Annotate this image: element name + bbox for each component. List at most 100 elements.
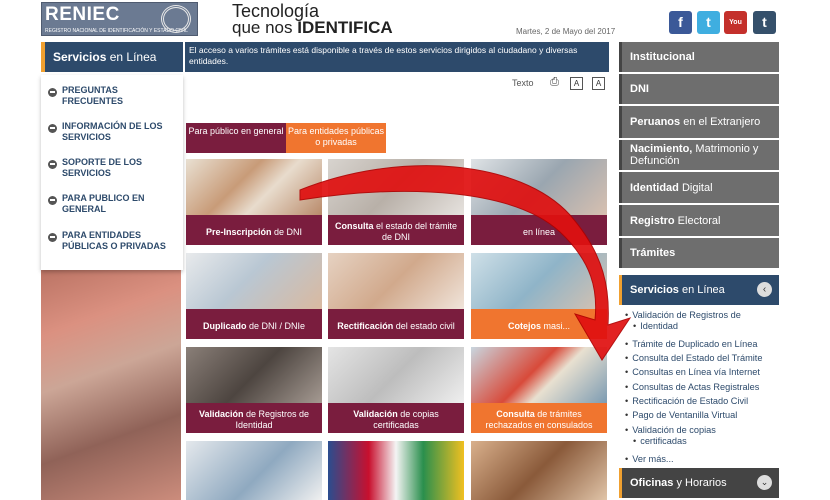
tile-photo (328, 347, 464, 403)
left-menu-item-entities[interactable]: PARA ENTIDADES PÚBLICAS O PRIVADAS (48, 230, 180, 252)
tile-dni-status[interactable]: Consulta el estado del trámite de DNI (328, 159, 464, 245)
tile-certified-copies[interactable]: Validación de copias certificadas (328, 347, 464, 433)
collapse-chevron-icon[interactable]: ‹ (757, 282, 772, 297)
tab-public[interactable]: Para público en general (186, 123, 286, 153)
text-size-label: Texto (512, 78, 534, 88)
tile-identity-validation[interactable]: Validación de Registros de Identidad (186, 347, 322, 433)
right-menu-nacimiento[interactable]: Nacimiento, Matrimonio y Defunción (619, 140, 779, 170)
tile-flags-photo[interactable] (328, 441, 464, 500)
tab-entities[interactable]: Para entidades públicas o privadas (286, 123, 386, 153)
right-menu-label-rest: en el Extranjero (680, 116, 761, 128)
tile-photo (471, 441, 607, 500)
tile-caption-bold: Validación (198, 409, 244, 419)
right-services-bold: Servicios (630, 284, 679, 296)
twitter-icon[interactable]: t (697, 11, 720, 34)
service-link-payment[interactable]: Pago de Ventanilla Virtual (625, 410, 775, 421)
tile-caption-bold: Pre-Inscripción (205, 226, 272, 237)
tile-caption-bold: Cotejos (507, 320, 541, 331)
font-increase-icon[interactable]: A (570, 77, 583, 90)
tile-photo (328, 441, 464, 500)
tile-caption-rest: de DNI / DNIe (246, 320, 306, 331)
print-icon[interactable]: ⎙ (548, 77, 561, 90)
current-date: Martes, 2 de Mayo del 2017 (516, 27, 616, 36)
tile-caption: Rectificación del estado civil (328, 309, 464, 339)
tile-caption-rest: en línea (522, 226, 556, 237)
right-menu-label: Nacimiento, (630, 143, 693, 155)
tumblr-icon[interactable]: t (753, 11, 776, 34)
tile-rejected-consulates[interactable]: Consulta de trámites rechazados en consu… (471, 347, 607, 433)
right-menu-peruanos[interactable]: Peruanos en el Extranjero (619, 106, 779, 138)
tile-bulk-check[interactable]: Cotejos masi... (471, 253, 607, 339)
left-menu-item-public[interactable]: PARA PUBLICO EN GENERAL (48, 193, 180, 215)
tile-caption: Consulta el estado del trámite de DNI (328, 215, 464, 245)
tile-photo (328, 159, 464, 215)
left-menu-item-info[interactable]: INFORMACIÓN DE LOS SERVICIOS (48, 121, 180, 143)
left-menu-label: SOPORTE DE LOS SERVICIOS (62, 157, 143, 178)
right-menu-institucional[interactable]: Institucional (619, 42, 779, 72)
tile-documents-photo[interactable] (186, 441, 322, 500)
right-services-header[interactable]: Servicios en Línea (619, 275, 779, 305)
right-hours-rest: y Horarios (673, 477, 727, 489)
tile-photo (186, 253, 322, 309)
left-menu-item-faq[interactable]: PREGUNTAS FRECUENTES (48, 85, 180, 107)
left-menu: PREGUNTAS FRECUENTES INFORMACIÓN DE LOS … (41, 75, 183, 270)
services-title-bold: Servicios (53, 50, 107, 64)
service-link-more[interactable]: Ver más... (625, 454, 775, 465)
services-title-rest: en Línea (106, 50, 157, 64)
service-link-validation-cont[interactable]: Identidad (625, 321, 775, 332)
right-menu-tramites[interactable]: Trámites (619, 238, 779, 268)
circle-minus-icon (48, 196, 57, 205)
left-menu-label: PARA PUBLICO EN GENERAL (62, 193, 145, 214)
tile-duplicate-dni[interactable]: Duplicado de DNI / DNIe (186, 253, 322, 339)
circle-minus-icon (48, 88, 57, 97)
reniec-logo[interactable]: RENIEC REGISTRO NACIONAL DE IDENTIFICACI… (41, 2, 198, 36)
youtube-icon[interactable]: You Tube (724, 11, 747, 49)
tile-pre-registration[interactable]: Pre-Inscripción de DNI (186, 159, 322, 245)
tile-photo (471, 159, 607, 215)
services-section-title: Servicios en Línea (41, 42, 183, 72)
tile-civil-status[interactable]: Rectificación del estado civil (328, 253, 464, 339)
tile-online[interactable]: en línea (471, 159, 607, 245)
tile-caption-rest: de DNI (271, 226, 303, 237)
left-menu-label: PREGUNTAS FRECUENTES (62, 85, 124, 106)
service-link-online[interactable]: Consultas en Línea vía Internet (625, 367, 775, 378)
right-menu-label: Identidad (630, 181, 679, 194)
right-hours-header[interactable]: Oficinas y Horarios (619, 468, 779, 498)
tile-caption: Pre-Inscripción de DNI (186, 215, 322, 245)
right-menu-registro[interactable]: Registro Electoral (619, 205, 779, 236)
tile-caption-rest: el estado del trámite de DNI (373, 221, 458, 242)
facebook-icon[interactable]: f (669, 11, 692, 34)
circle-minus-icon (48, 160, 57, 169)
tile-caption-bold: Validación (353, 409, 398, 419)
tile-photo (186, 159, 322, 215)
service-link-validation[interactable]: Validación de Registros de (625, 310, 775, 321)
font-decrease-icon[interactable]: A (592, 77, 605, 90)
right-menu-dni[interactable]: DNI (619, 74, 779, 104)
circle-minus-icon (48, 233, 57, 242)
tile-caption: Validación de Registros de Identidad (186, 403, 322, 433)
right-menu-identidad[interactable]: Identidad Digital (619, 172, 779, 203)
tile-caption-bold: Consulta (496, 409, 535, 419)
expand-chevron-icon[interactable]: ⌄ (757, 475, 772, 490)
service-link-rectification[interactable]: Rectificación de Estado Civil (625, 396, 775, 407)
right-menu-label-rest: Electoral (674, 214, 721, 227)
service-link-records[interactable]: Consultas de Actas Registrales (625, 382, 775, 393)
tile-photo (186, 347, 322, 403)
service-link-copies[interactable]: Validación de copias (625, 425, 775, 436)
left-menu-item-support[interactable]: SOPORTE DE LOS SERVICIOS (48, 157, 180, 179)
tile-photo (186, 441, 322, 500)
right-menu-label: Peruanos (630, 116, 681, 128)
tile-children-photo[interactable] (471, 441, 607, 500)
circle-minus-icon (48, 124, 57, 133)
fingerprint-icon (161, 5, 191, 33)
tile-photo (328, 253, 464, 309)
tile-caption-rest: de Registros de Identidad (235, 409, 310, 430)
tile-photo (471, 253, 607, 309)
tile-caption-bold: Rectificación (337, 320, 394, 331)
tile-caption-bold: Duplicado (202, 320, 247, 331)
service-link-copies-cont[interactable]: certificadas (625, 436, 775, 447)
service-link-status[interactable]: Consulta del Estado del Trámite (625, 353, 775, 364)
right-services-rest: en Línea (678, 284, 725, 296)
service-link-duplicate[interactable]: Trámite de Duplicado en Línea (625, 339, 775, 350)
left-menu-label: INFORMACIÓN DE LOS SERVICIOS (62, 121, 163, 142)
